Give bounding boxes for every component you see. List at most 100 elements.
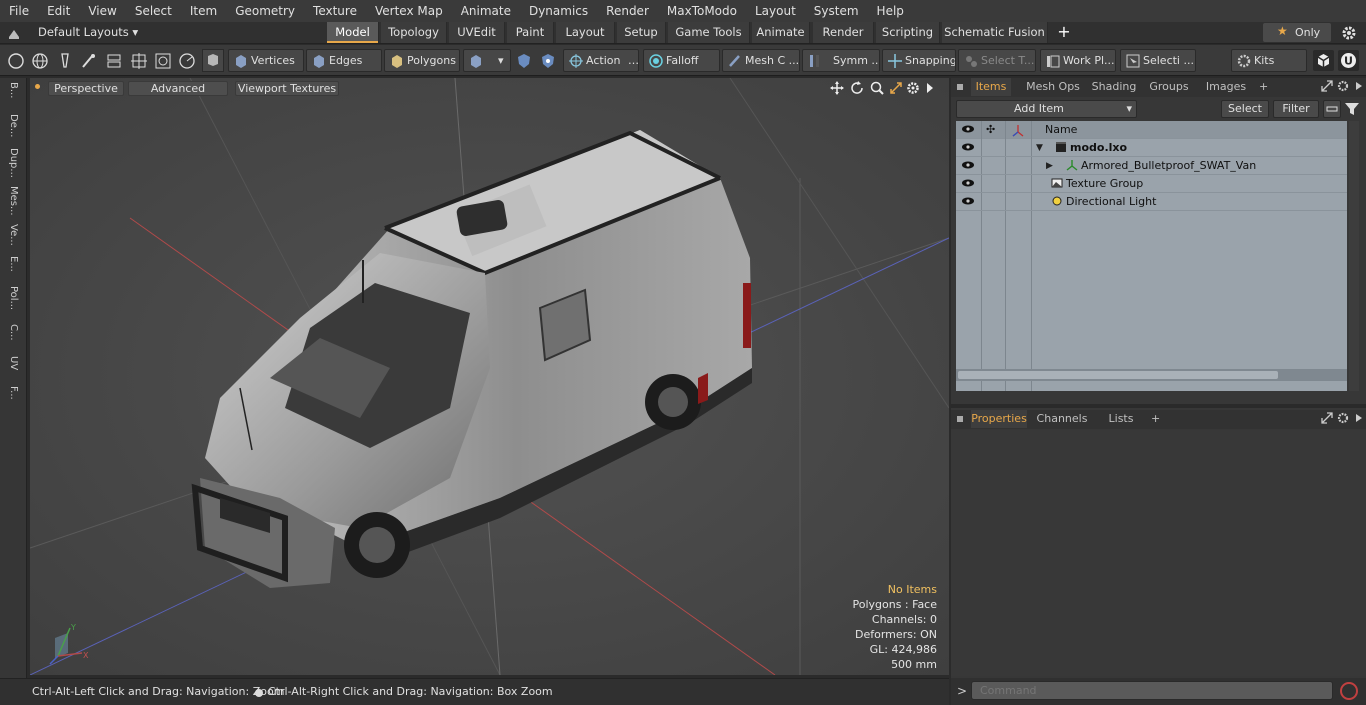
record-macro-icon[interactable] xyxy=(1340,682,1358,700)
symmetry-shield-icon[interactable] xyxy=(514,51,534,71)
unity-icon[interactable] xyxy=(1313,50,1334,71)
props-tab-lists[interactable]: Lists xyxy=(1099,410,1143,428)
polygons-mode-button[interactable]: Polygons xyxy=(384,49,460,72)
pan-icon[interactable] xyxy=(830,81,844,95)
select-through-button[interactable]: Select T... xyxy=(958,49,1036,72)
falloff-button[interactable]: Falloff xyxy=(643,49,720,72)
viewport-menu-arrow-icon[interactable] xyxy=(925,82,935,94)
shading-dropdown[interactable]: Advanced xyxy=(128,81,228,96)
menu-item-layout[interactable]: Layout xyxy=(746,0,805,22)
item-mode-icon[interactable] xyxy=(202,49,224,72)
visibility-eye-icon[interactable] xyxy=(962,179,974,187)
menu-item-item[interactable]: Item xyxy=(181,0,226,22)
left-tab-5[interactable]: E... xyxy=(4,256,22,282)
menu-item-texture[interactable]: Texture xyxy=(304,0,366,22)
edges-mode-button[interactable]: Edges xyxy=(306,49,382,72)
left-tab-6[interactable]: Pol... xyxy=(4,286,22,320)
layout-home-icon[interactable] xyxy=(6,26,22,40)
center-icon[interactable] xyxy=(129,51,149,71)
panel-maximize-icon[interactable] xyxy=(1321,80,1333,92)
command-input[interactable] xyxy=(971,681,1333,700)
layout-tab-uvedit[interactable]: UVEdit xyxy=(449,22,505,43)
props-tab-channels[interactable]: Channels xyxy=(1033,410,1091,428)
menu-item-help[interactable]: Help xyxy=(868,0,913,22)
brush-icon[interactable] xyxy=(79,51,99,71)
horizontal-scrollbar[interactable] xyxy=(956,369,1347,381)
menu-item-file[interactable]: File xyxy=(0,0,38,22)
props-gear-icon[interactable] xyxy=(1337,412,1349,424)
left-tab-4[interactable]: Ve... xyxy=(4,224,22,252)
items-tab-mesh-ops[interactable]: Mesh Ops xyxy=(1023,78,1083,96)
item-row[interactable]: Texture Group xyxy=(956,175,1347,193)
material-mode-dropdown[interactable]: ▾ xyxy=(463,49,511,72)
items-tab-images[interactable]: Images xyxy=(1203,78,1249,96)
menu-item-geometry[interactable]: Geometry xyxy=(226,0,304,22)
collapse-button[interactable] xyxy=(1323,100,1341,118)
add-layout-tab-button[interactable]: + xyxy=(1056,23,1072,41)
align-icon[interactable] xyxy=(104,51,124,71)
layout-tab-schematic-fusion[interactable]: Schematic Fusion xyxy=(942,22,1048,43)
items-tab-shading[interactable]: Shading xyxy=(1089,78,1139,96)
snapping-button[interactable]: Snapping xyxy=(882,49,956,72)
panel-gear-icon[interactable] xyxy=(1337,80,1349,92)
maximize-viewport-icon[interactable] xyxy=(889,81,903,95)
perspective-dropdown[interactable]: Perspective xyxy=(48,81,124,96)
visibility-eye-icon[interactable] xyxy=(962,143,974,151)
layout-tab-setup[interactable]: Setup xyxy=(617,22,666,43)
viewport-textures-dropdown[interactable]: Viewport Textures xyxy=(235,81,339,96)
mesh-constraint-button[interactable]: Mesh C ... xyxy=(722,49,800,72)
action-center-button[interactable]: Action… xyxy=(563,49,639,72)
layout-tab-render[interactable]: Render xyxy=(813,22,874,43)
item-row[interactable]: ▼ modo.lxo xyxy=(956,139,1347,157)
menu-item-dynamics[interactable]: Dynamics xyxy=(520,0,597,22)
props-menu-arrow-icon[interactable] xyxy=(1355,413,1363,423)
add-props-tab-button[interactable]: + xyxy=(1151,410,1163,428)
left-tab-3[interactable]: Mes... xyxy=(4,186,22,220)
selection-sets-button[interactable]: Selecti ... xyxy=(1120,49,1196,72)
item-row[interactable]: ▶ Armored_Bulletproof_SWAT_Van xyxy=(956,157,1347,175)
layout-tab-topology[interactable]: Topology xyxy=(381,22,447,43)
work-plane-button[interactable]: Work Pl... xyxy=(1040,49,1116,72)
pen-icon[interactable] xyxy=(55,51,75,71)
zoom-icon[interactable] xyxy=(870,81,884,95)
layout-tab-model[interactable]: Model xyxy=(327,22,379,43)
layout-tab-animate[interactable]: Animate xyxy=(752,22,810,43)
visibility-eye-icon[interactable] xyxy=(962,197,974,205)
props-maximize-icon[interactable] xyxy=(1321,412,1333,424)
unreal-icon[interactable]: U xyxy=(1338,50,1359,71)
menu-item-view[interactable]: View xyxy=(79,0,125,22)
menu-item-select[interactable]: Select xyxy=(126,0,181,22)
vertical-scrollbar[interactable] xyxy=(1349,121,1359,391)
left-tab-7[interactable]: C... xyxy=(4,324,22,352)
default-layouts-dropdown[interactable]: Default Layouts ▾ xyxy=(38,22,138,43)
item-row[interactable]: Directional Light xyxy=(956,193,1347,211)
menu-item-maxtomodo[interactable]: MaxToModo xyxy=(658,0,746,22)
menu-item-render[interactable]: Render xyxy=(597,0,658,22)
add-items-tab-button[interactable]: + xyxy=(1259,78,1271,96)
menu-item-edit[interactable]: Edit xyxy=(38,0,79,22)
left-tab-9[interactable]: F... xyxy=(4,386,22,414)
rotate-icon[interactable] xyxy=(177,51,197,71)
left-tab-2[interactable]: Dup... xyxy=(4,148,22,184)
symmetry-button[interactable]: Symm ... xyxy=(802,49,880,72)
left-tab-0[interactable]: B... xyxy=(4,82,22,112)
expand-arrow-icon[interactable]: ▶ xyxy=(1046,157,1053,175)
transform-icon[interactable] xyxy=(153,51,173,71)
3d-viewport[interactable]: Y X No Items Polygons : Face Channels: 0… xyxy=(30,78,949,675)
left-tab-8[interactable]: UV xyxy=(4,356,22,382)
scrollbar-thumb[interactable] xyxy=(958,371,1278,379)
select-circle-icon[interactable] xyxy=(6,51,26,71)
layout-tab-game-tools[interactable]: Game Tools xyxy=(668,22,750,43)
add-item-dropdown[interactable]: Add Item ▾ xyxy=(956,100,1137,118)
items-tab-items[interactable]: Items xyxy=(971,78,1011,96)
orbit-icon[interactable] xyxy=(850,81,864,95)
kits-button[interactable]: Kits xyxy=(1231,49,1307,72)
menu-item-animate[interactable]: Animate xyxy=(452,0,520,22)
visibility-eye-icon[interactable] xyxy=(962,161,974,169)
select-button[interactable]: Select xyxy=(1221,100,1269,118)
layout-tab-layout[interactable]: Layout xyxy=(556,22,615,43)
left-tab-1[interactable]: De... xyxy=(4,114,22,146)
props-tab-properties[interactable]: Properties xyxy=(971,410,1027,428)
collapse-arrow-icon[interactable]: ▼ xyxy=(1036,139,1043,157)
sphere-icon[interactable] xyxy=(30,51,50,71)
